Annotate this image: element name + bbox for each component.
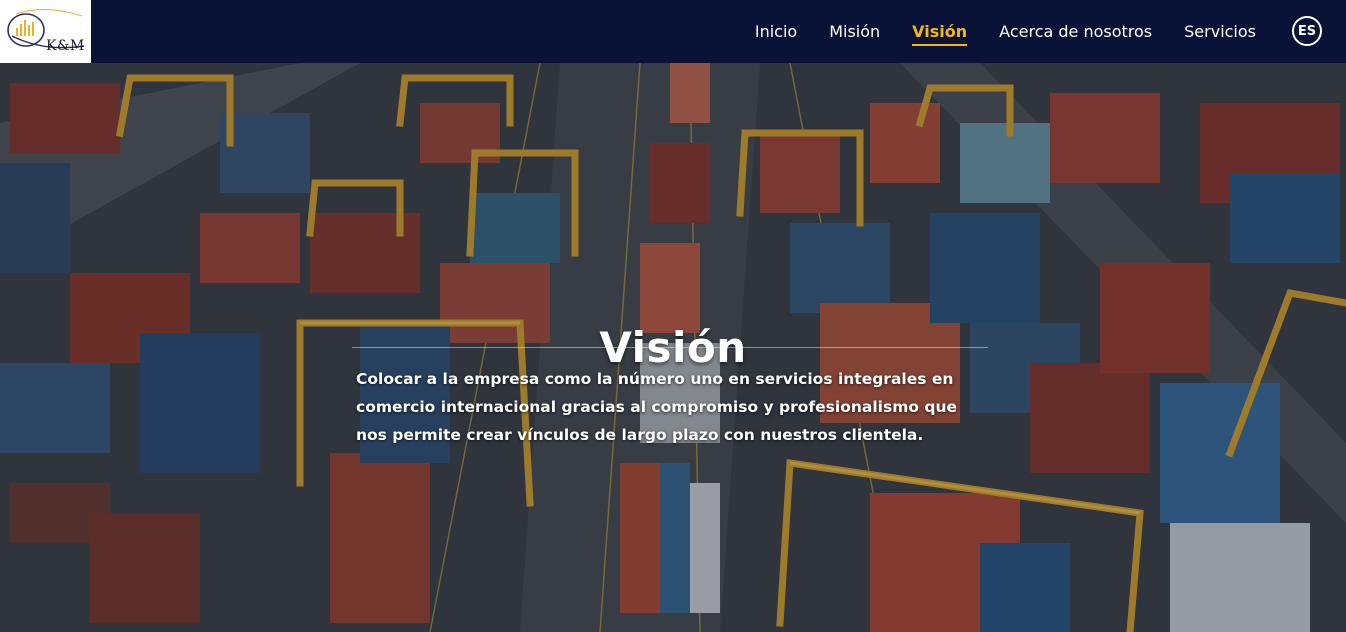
nav-item-mision[interactable]: Misión <box>829 16 880 47</box>
nav-item-inicio[interactable]: Inicio <box>755 16 797 47</box>
hero-section: Visión Colocar a la empresa como la núme… <box>0 63 1346 632</box>
logo-text: K&M <box>46 38 85 54</box>
title-divider <box>352 347 988 348</box>
nav-item-servicios[interactable]: Servicios <box>1184 16 1256 47</box>
nav-item-acerca-de-nosotros[interactable]: Acerca de nosotros <box>999 16 1152 47</box>
main-nav: Inicio Misión Visión Acerca de nosotros … <box>755 0 1256 63</box>
language-switcher-button[interactable]: ES <box>1292 16 1322 46</box>
nav-item-vision[interactable]: Visión <box>912 16 967 47</box>
vision-statement: Colocar a la empresa como la número uno … <box>356 369 958 444</box>
top-navigation-bar: K&M Inicio Misión Visión Acerca de nosot… <box>0 0 1346 63</box>
company-logo[interactable]: K&M <box>0 0 91 63</box>
